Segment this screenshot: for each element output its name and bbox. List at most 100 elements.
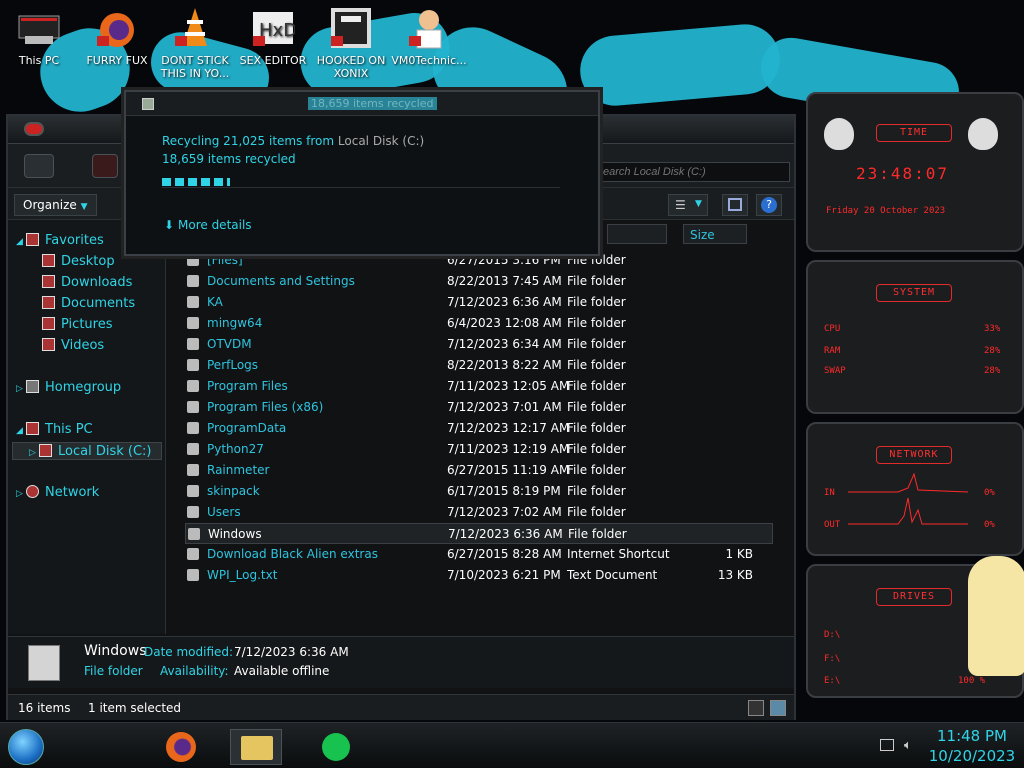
hex-editor-icon: HxD bbox=[251, 6, 297, 50]
nav-item-documents[interactable]: Documents bbox=[42, 295, 135, 313]
downloads-folder-icon bbox=[42, 275, 55, 288]
cpu-value: 33% bbox=[984, 324, 1001, 334]
star-icon bbox=[26, 233, 39, 246]
table-row[interactable]: ProgramData 7/12/2023 12:17 AM File folder bbox=[185, 418, 773, 439]
nav-item-homegroup[interactable]: ▷ Homegroup bbox=[16, 379, 121, 397]
nav-item-local-disk[interactable]: ▷ Local Disk (C:) bbox=[12, 442, 162, 460]
desktop-icon-label: SEX EDITOR bbox=[239, 54, 307, 67]
help-button[interactable]: ? bbox=[756, 194, 782, 216]
desktop-icon-dont-stick[interactable]: DONT STICK THIS IN YO... bbox=[156, 6, 234, 80]
table-row[interactable]: Windows 7/12/2023 6:36 AM File folder bbox=[185, 523, 773, 544]
table-row[interactable]: KA 7/12/2023 6:36 AM File folder bbox=[185, 292, 773, 313]
folder-icon bbox=[187, 548, 199, 560]
table-row[interactable]: WPI_Log.txt 7/10/2023 6:21 PM Text Documen… bbox=[185, 565, 773, 586]
row-name: Program Files (x86) bbox=[207, 400, 324, 414]
folder-icon bbox=[187, 275, 199, 287]
column-header-size[interactable]: Size bbox=[683, 224, 747, 244]
volume-icon[interactable]: 🔈︎ bbox=[904, 738, 912, 753]
back-button[interactable] bbox=[24, 154, 54, 178]
action-center-icon[interactable] bbox=[880, 739, 894, 751]
row-name: OTVDM bbox=[207, 337, 252, 351]
firefox-icon bbox=[95, 6, 139, 50]
nav-label: Pictures bbox=[61, 317, 113, 332]
taskbar-firefox-button[interactable] bbox=[156, 729, 208, 765]
nav-item-network[interactable]: ▷ Network bbox=[16, 484, 99, 502]
table-row[interactable]: skinpack 6/17/2015 8:19 PM File folder bbox=[185, 481, 773, 502]
desktop-icon-hooked-on-xonix[interactable]: HOOKED ON XONIX bbox=[312, 6, 390, 80]
desktop-icon-label: DONT STICK THIS IN YO... bbox=[160, 54, 230, 80]
row-name: skinpack bbox=[207, 484, 260, 498]
table-row[interactable]: mingw64 6/4/2023 12:08 AM File folder bbox=[185, 313, 773, 334]
row-date: 7/11/2023 12:19 AM bbox=[447, 442, 570, 456]
table-row[interactable]: Users 7/12/2023 7:02 AM File folder bbox=[185, 502, 773, 523]
organize-button[interactable]: Organize ▼ bbox=[14, 194, 97, 216]
details-pane: Windows File folder Date modified: 7/12/… bbox=[8, 636, 794, 688]
row-type: Internet Shortcut bbox=[567, 547, 670, 561]
dialog-title: 18,659 items recycled bbox=[308, 97, 437, 110]
row-type: Text Document bbox=[567, 568, 658, 582]
row-type: File folder bbox=[567, 463, 626, 477]
preview-pane-button[interactable] bbox=[722, 194, 748, 216]
view-options-button[interactable]: ☰ ▼ bbox=[668, 194, 708, 216]
organize-label: Organize bbox=[23, 198, 77, 212]
swap-value: 28% bbox=[984, 366, 1001, 376]
row-type: File folder bbox=[567, 337, 626, 351]
xonix-game-icon bbox=[329, 6, 373, 50]
row-type: File folder bbox=[567, 400, 626, 414]
table-row[interactable]: OTVDM 7/12/2023 6:34 AM File folder bbox=[185, 334, 773, 355]
nav-item-desktop[interactable]: Desktop bbox=[42, 253, 115, 271]
table-row[interactable]: Download Black Alien extras 6/27/2015 8:2… bbox=[185, 544, 773, 565]
desktop-icon-sex-editor[interactable]: HxD SEX EDITOR bbox=[234, 6, 312, 67]
nav-item-downloads[interactable]: Downloads bbox=[42, 274, 132, 292]
taskbar-clock-date[interactable]: 10/20/2023 bbox=[924, 747, 1020, 765]
preview-pane-icon bbox=[728, 198, 742, 211]
nav-item-this-pc[interactable]: ◢ This PC bbox=[16, 421, 93, 439]
cartoon-character-sticker bbox=[968, 556, 1024, 676]
progress-bar bbox=[162, 178, 560, 188]
network-graph bbox=[848, 472, 969, 525]
desktop-icon-furry-fux[interactable]: FURRY FUX bbox=[78, 6, 156, 67]
folder-icon bbox=[187, 422, 199, 434]
column-header-type[interactable] bbox=[607, 224, 667, 244]
more-details-button[interactable]: ⬇ More details bbox=[164, 218, 252, 232]
taskbar-notes-button[interactable] bbox=[310, 729, 362, 765]
desktop-icon-label: VM0Technic... bbox=[391, 54, 467, 67]
details-view-button[interactable] bbox=[748, 700, 764, 716]
cpu-label: CPU bbox=[824, 324, 841, 334]
table-row[interactable]: Program Files 7/11/2023 12:05 AM File fold… bbox=[185, 376, 773, 397]
desktop-icon-this-pc[interactable]: This PC bbox=[0, 6, 78, 67]
start-button[interactable] bbox=[8, 729, 44, 765]
taskbar-explorer-button[interactable] bbox=[230, 729, 282, 765]
folder-icon bbox=[187, 569, 199, 581]
row-date: 7/12/2023 7:02 AM bbox=[447, 505, 562, 519]
list-view-icon: ☰ bbox=[675, 198, 686, 212]
taskbar-clock-time[interactable]: 11:48 PM bbox=[930, 727, 1014, 745]
table-row[interactable]: Python27 7/11/2023 12:19 AM File folder bbox=[185, 439, 773, 460]
more-details-label: More details bbox=[178, 218, 252, 232]
row-type: File folder bbox=[567, 316, 626, 330]
status-location: Local Disk (C:) bbox=[337, 134, 425, 148]
row-type: File folder bbox=[567, 358, 626, 372]
nav-item-favorites[interactable]: ◢ Favorites bbox=[16, 232, 104, 250]
folder-icon bbox=[187, 401, 199, 413]
address-bar-icon[interactable] bbox=[92, 154, 118, 178]
row-type: File folder bbox=[567, 295, 626, 309]
row-date: 8/22/2013 8:22 AM bbox=[447, 358, 562, 372]
nav-item-videos[interactable]: Videos bbox=[42, 337, 104, 355]
table-row[interactable]: Documents and Settings 8/22/2013 7:45 AM F… bbox=[185, 271, 773, 292]
table-row[interactable]: PerfLogs 8/22/2013 8:22 AM File folder bbox=[185, 355, 773, 376]
drives-gadget: DRIVES D:\ F:\ E:\ 100 % bbox=[806, 556, 1024, 698]
desktop-icon-vm0technic[interactable]: VM0Technic... bbox=[390, 6, 468, 67]
drive-f-label: F:\ bbox=[824, 654, 841, 664]
search-input[interactable] bbox=[596, 162, 790, 182]
alien-head-icon bbox=[824, 118, 854, 150]
nav-item-pictures[interactable]: Pictures bbox=[42, 316, 112, 334]
table-row[interactable]: Program Files (x86) 7/12/2023 7:01 AM File… bbox=[185, 397, 773, 418]
ram-value: 28% bbox=[984, 346, 1001, 356]
folder-icon bbox=[187, 443, 199, 455]
table-row[interactable]: Rainmeter 6/27/2015 11:19 AM File folder bbox=[185, 460, 773, 481]
tiles-view-button[interactable] bbox=[770, 700, 786, 716]
dialog-title-bar[interactable]: 18,659 items recycled bbox=[126, 92, 598, 116]
notes-app-icon bbox=[322, 733, 350, 761]
network-icon bbox=[26, 485, 39, 498]
